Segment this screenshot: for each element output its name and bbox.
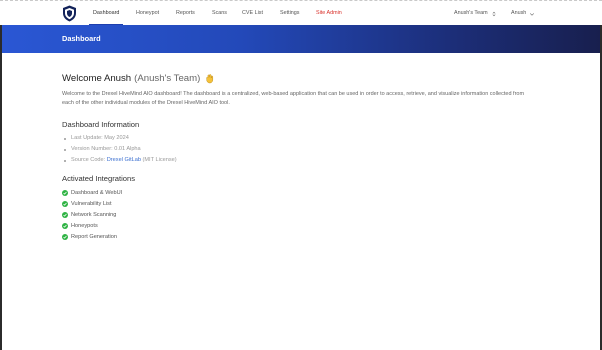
integration-label: Dashboard & WebUI [71,189,123,196]
source-code-item: Source Code: Drexel GitLab (MIT License) [62,155,177,166]
team-switcher[interactable]: Anush's Team [454,1,497,26]
chevron-updown-icon [492,11,496,16]
welcome-section: Welcome Anush (Anush's Team) Welcome to … [62,73,532,108]
chevron-down-icon [530,12,535,16]
source-code-link[interactable]: Drexel GitLab [107,157,141,163]
shield-logo-icon[interactable] [62,5,77,22]
top-navbar: Dashboard Honeypot Reports Scans CVE Lis… [0,0,602,25]
nav-scans[interactable]: Scans [212,1,227,26]
integration-item: Network Scanning [62,209,135,220]
nav-reports[interactable]: Reports [176,1,195,26]
check-circle-icon [62,223,68,230]
nav-honeypot[interactable]: Honeypot [136,1,159,26]
integrations-section: Activated Integrations Dashboard & WebUI… [62,174,135,243]
integration-item: Honeypots [62,221,135,232]
welcome-heading: Welcome Anush (Anush's Team) [62,73,532,84]
dashboard-info-list: Last Update: May 2024 Version Number: 0.… [62,133,177,166]
dashboard-info-section: Dashboard Information Last Update: May 2… [62,120,177,166]
nav-cve-list[interactable]: CVE List [242,1,263,26]
welcome-team: (Anush's Team) [134,73,201,84]
source-code-license: (MIT License) [140,157,177,163]
nav-settings[interactable]: Settings [280,1,299,26]
integration-item: Dashboard & WebUI [62,187,135,198]
last-update-item: Last Update: May 2024 [62,133,177,144]
welcome-greeting: Welcome Anush [62,73,132,84]
page-title: Dashboard [62,34,101,43]
integration-label: Report Generation [71,234,118,241]
integration-label: Network Scanning [71,211,117,218]
integration-item: Report Generation [62,232,135,243]
source-code-prefix: Source Code: [71,157,107,163]
nav-site-admin[interactable]: Site Admin [316,1,342,26]
team-switcher-label: Anush's Team [454,10,488,16]
check-circle-icon [62,211,68,218]
integrations-heading: Activated Integrations [62,174,136,183]
check-circle-icon [62,189,68,196]
check-circle-icon [62,234,68,241]
check-circle-icon [62,200,68,207]
integration-item: Vulnerability List [62,198,135,209]
integration-label: Vulnerability List [71,200,112,207]
dashboard-info-heading: Dashboard Information [62,120,140,129]
integrations-list: Dashboard & WebUI Vulnerability List Net… [62,187,135,243]
user-menu-label: Anush [511,10,527,16]
user-menu[interactable]: Anush [511,1,535,26]
waving-hand-icon [206,74,214,84]
page-header: Dashboard [2,25,600,53]
version-item: Version Number: 0.01 Alpha [62,144,177,155]
welcome-intro: Welcome to the Drexel HiveMind AIO dashb… [62,91,525,107]
integration-label: Honeypots [71,223,98,230]
nav-dashboard[interactable]: Dashboard [88,1,124,26]
